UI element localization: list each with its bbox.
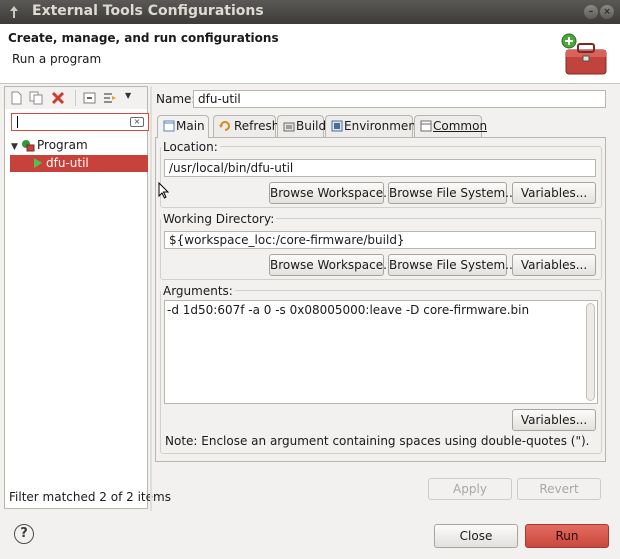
revert-button[interactable]: Revert [517,478,601,500]
window-menu-icon[interactable] [8,5,20,19]
filter-input[interactable]: × [11,113,149,131]
name-input[interactable]: dfu-util [193,90,606,108]
arguments-variables-button[interactable]: Variables... [512,409,596,431]
workdir-variables-button[interactable]: Variables... [512,254,596,276]
tab-environment[interactable]: Environment [325,115,421,137]
filter-config-icon[interactable] [103,91,117,105]
main-tab-icon [163,120,175,132]
arguments-text: -d 1d50:607f -a 0 -s 0x08005000:leave -D… [167,303,530,317]
help-icon[interactable]: ? [14,524,34,544]
tree-item-dfu-util[interactable]: dfu-util [10,155,148,172]
dialog-banner: Create, manage, and run configurations R… [0,24,620,84]
working-directory-input[interactable]: ${workspace_loc:/core-firmware/build} [164,231,596,249]
arguments-label: Arguments: [161,284,235,298]
arguments-scrollbar[interactable] [586,303,595,401]
collapse-all-icon[interactable] [83,91,97,105]
toolbar-separator [75,90,76,106]
mouse-pointer-icon [158,182,170,199]
build-icon [283,122,295,132]
view-menu-icon[interactable]: ▼ [125,91,139,105]
environment-icon [331,120,343,132]
tab-label: Refresh [234,119,280,133]
arguments-note: Note: Enclose an argument containing spa… [165,434,590,448]
common-icon [420,120,432,132]
tree-item-label: dfu-util [46,156,89,170]
location-variables-button[interactable]: Variables... [512,182,596,204]
filter-status: Filter matched 2 of 2 items [9,490,171,504]
configuration-list-panel: ▼ × ▼ Program dfu-util Filter matched 2 … [4,86,171,509]
banner-subheading: Run a program [12,52,102,66]
location-label: Location: [161,140,220,154]
tab-label: Build [296,119,327,133]
tab-label: Main [176,119,205,133]
new-config-icon[interactable] [9,91,23,105]
working-directory-label: Working Directory: [161,212,277,226]
name-label: Name: [156,92,196,106]
tree-item-program[interactable]: Program [37,138,88,152]
banner-heading: Create, manage, and run configurations [8,31,279,45]
tree-expand-arrow-icon[interactable]: ▼ [11,142,18,152]
tab-main[interactable]: Main [157,115,209,138]
panel-sash[interactable] [150,86,152,511]
clear-filter-icon[interactable]: × [130,117,144,127]
run-button[interactable]: Run [525,524,609,548]
text-caret [17,116,18,128]
program-category-icon [22,140,35,152]
delete-config-icon[interactable] [51,91,65,105]
window-title: External Tools Configurations [32,3,264,19]
toolbox-icon [561,33,607,75]
close-window-icon[interactable]: × [600,5,614,19]
window-titlebar[interactable]: External Tools Configurations – × [0,0,620,24]
tab-refresh[interactable]: Refresh [213,115,280,137]
tab-common[interactable]: Common [414,115,487,137]
config-list-toolbar: ▼ [5,87,147,109]
arguments-textarea[interactable]: -d 1d50:607f -a 0 -s 0x08005000:leave -D… [164,300,598,404]
location-browse-workspace-button[interactable]: Browse Workspace... [269,182,395,204]
workdir-browse-workspace-button[interactable]: Browse Workspace... [269,254,395,276]
apply-button[interactable]: Apply [428,478,512,500]
external-tool-icon [34,158,42,168]
tab-build[interactable]: Build [277,115,327,137]
location-browse-filesystem-button[interactable]: Browse File System... [388,182,517,204]
tab-label: Environment [344,119,421,133]
location-input[interactable]: /usr/local/bin/dfu-util [164,159,596,177]
duplicate-config-icon[interactable] [29,91,43,105]
tab-label: Common [433,119,488,133]
minimize-icon[interactable]: – [584,5,598,19]
close-button[interactable]: Close [434,524,518,548]
workdir-browse-filesystem-button[interactable]: Browse File System... [388,254,517,276]
refresh-icon [219,121,230,131]
